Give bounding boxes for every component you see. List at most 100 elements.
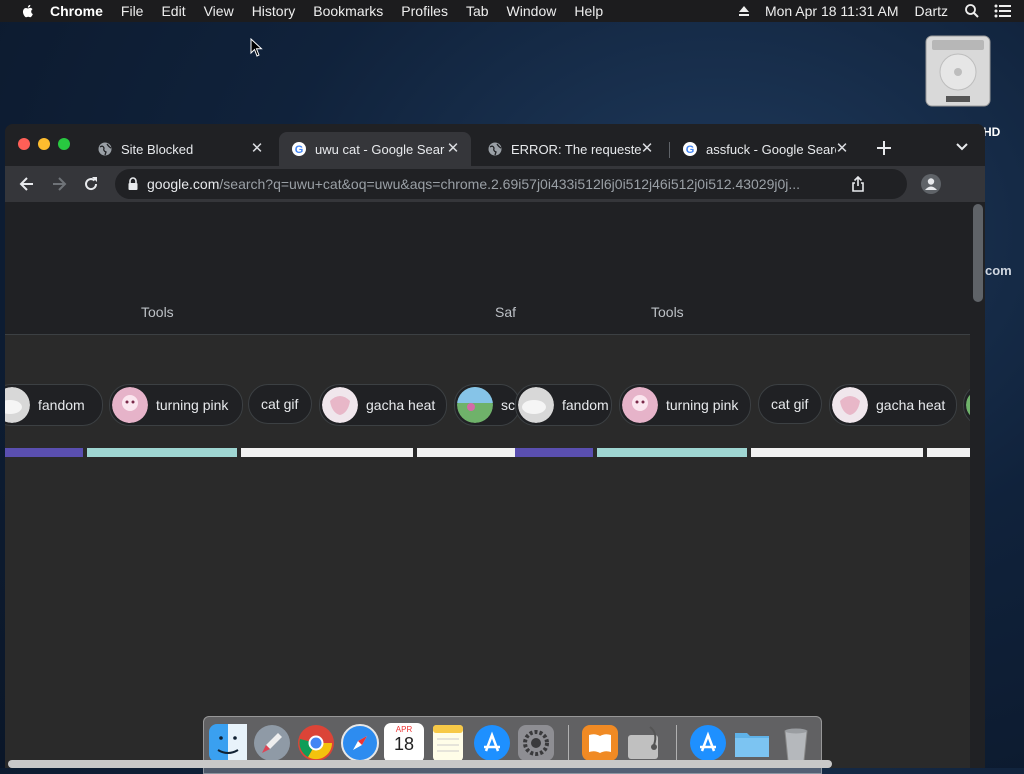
url-host: google.com bbox=[147, 176, 220, 192]
new-tab-icon[interactable] bbox=[876, 140, 892, 156]
close-tab-icon[interactable]: ✕ bbox=[445, 141, 461, 157]
image-result[interactable] bbox=[751, 448, 923, 457]
related-chip-partial[interactable] bbox=[963, 384, 970, 426]
tab-title: ERROR: The requested URL could not be re… bbox=[511, 141, 641, 157]
menu-history[interactable]: History bbox=[252, 3, 296, 19]
page-content: Tools Saf Tools fandom turning pink cat … bbox=[5, 202, 970, 768]
apple-icon[interactable] bbox=[20, 3, 36, 19]
hard-drive-icon[interactable] bbox=[922, 34, 994, 108]
tab-uwu-cat[interactable]: G uwu cat - Google Search ✕ bbox=[279, 132, 471, 166]
app-store-download-icon[interactable] bbox=[688, 723, 728, 763]
system-preferences-icon[interactable] bbox=[516, 723, 556, 763]
related-chip-cat-gif[interactable]: cat gif bbox=[758, 384, 822, 424]
vertical-scrollbar[interactable] bbox=[973, 204, 983, 302]
close-window-button[interactable] bbox=[18, 138, 30, 150]
anime-pink-thumb bbox=[112, 387, 148, 423]
horizontal-scrollbar[interactable] bbox=[8, 760, 832, 768]
url-text[interactable]: google.com/search?q=uwu+cat&oq=uwu&aqs=c… bbox=[147, 176, 847, 192]
chrome-window: Site Blocked ✕ G uwu cat - Google Search… bbox=[5, 124, 985, 768]
tools-link[interactable]: Tools bbox=[141, 304, 174, 320]
anime-pink-thumb bbox=[622, 387, 658, 423]
image-result[interactable] bbox=[87, 448, 237, 457]
share-icon[interactable] bbox=[851, 176, 865, 192]
related-chip-fandom[interactable]: fandom bbox=[5, 384, 103, 426]
chip-label: cat gif bbox=[261, 396, 299, 412]
anime-sketch-thumb bbox=[832, 387, 868, 423]
menu-profiles[interactable]: Profiles bbox=[401, 3, 448, 19]
forward-icon[interactable] bbox=[49, 174, 69, 194]
related-chip-turning-pink[interactable]: turning pink bbox=[619, 384, 751, 426]
menu-user[interactable]: Dartz bbox=[915, 3, 948, 19]
cat-thumb bbox=[5, 387, 30, 423]
notes-icon[interactable] bbox=[428, 723, 468, 763]
related-chip-gacha-heat[interactable]: gacha heat bbox=[319, 384, 447, 426]
cat-thumb bbox=[518, 387, 554, 423]
control-center-icon[interactable] bbox=[994, 4, 1012, 18]
close-tab-icon[interactable]: ✕ bbox=[834, 141, 850, 157]
profile-avatar-icon[interactable] bbox=[921, 174, 941, 194]
tab-error[interactable]: ERROR: The requested URL could not be re… bbox=[475, 132, 665, 166]
google-g-icon: G bbox=[292, 142, 306, 156]
image-result[interactable] bbox=[597, 448, 747, 457]
menu-help[interactable]: Help bbox=[574, 3, 603, 19]
menu-clock[interactable]: Mon Apr 18 11:31 AM bbox=[765, 3, 899, 19]
close-tab-icon[interactable]: ✕ bbox=[249, 141, 265, 157]
spotlight-search-icon[interactable] bbox=[964, 3, 980, 19]
chip-label: turning pink bbox=[156, 397, 229, 413]
reload-icon[interactable] bbox=[81, 174, 101, 194]
calendar-icon[interactable]: APR 18 bbox=[384, 723, 424, 763]
launchpad-icon[interactable] bbox=[252, 723, 292, 763]
menu-file[interactable]: File bbox=[121, 3, 144, 19]
menu-bookmarks[interactable]: Bookmarks bbox=[313, 3, 383, 19]
trash-icon[interactable] bbox=[776, 723, 816, 763]
menu-bar: Chrome File Edit View History Bookmarks … bbox=[0, 0, 1024, 22]
calendar-month: APR bbox=[395, 725, 413, 734]
menu-app-name[interactable]: Chrome bbox=[50, 3, 103, 19]
image-result[interactable] bbox=[417, 448, 515, 457]
close-tab-icon[interactable]: ✕ bbox=[639, 141, 655, 157]
background-text: com bbox=[985, 263, 1012, 278]
chip-label: turning pink bbox=[666, 397, 739, 413]
image-result[interactable] bbox=[927, 448, 970, 457]
menu-edit[interactable]: Edit bbox=[161, 3, 185, 19]
menu-view[interactable]: View bbox=[204, 3, 234, 19]
safari-icon[interactable] bbox=[340, 723, 380, 763]
chrome-icon[interactable] bbox=[296, 723, 336, 763]
chip-label: gacha heat bbox=[876, 397, 946, 413]
finder-icon[interactable] bbox=[208, 723, 248, 763]
chip-label: gacha heat bbox=[366, 397, 436, 413]
mouse-cursor-icon bbox=[250, 38, 263, 57]
svg-text:G: G bbox=[295, 144, 304, 156]
related-chip-fandom[interactable]: fandom bbox=[515, 384, 612, 426]
tab-google-search[interactable]: G assfuck - Google Search ✕ bbox=[670, 132, 860, 166]
image-result[interactable] bbox=[515, 448, 593, 457]
tools-link[interactable]: Tools bbox=[651, 304, 684, 320]
eject-icon[interactable] bbox=[737, 4, 751, 18]
menu-window[interactable]: Window bbox=[507, 3, 557, 19]
safesearch-link[interactable]: Saf bbox=[495, 304, 516, 320]
hard-drive-label: HD bbox=[983, 125, 1001, 139]
image-result[interactable] bbox=[241, 448, 413, 457]
back-icon[interactable] bbox=[17, 174, 37, 194]
minimize-window-button[interactable] bbox=[38, 138, 50, 150]
address-bar[interactable]: google.com/search?q=uwu+cat&oq=uwu&aqs=c… bbox=[115, 169, 907, 199]
google-g-icon: G bbox=[683, 142, 697, 156]
disk-utility-icon[interactable] bbox=[624, 723, 664, 763]
image-result[interactable] bbox=[5, 448, 83, 457]
dock-separator bbox=[676, 725, 677, 761]
browser-toolbar: google.com/search?q=uwu+cat&oq=uwu&aqs=c… bbox=[5, 166, 985, 202]
tab-search-chevron-icon[interactable] bbox=[956, 142, 968, 152]
tab-site-blocked[interactable]: Site Blocked ✕ bbox=[85, 132, 275, 166]
tab-title: assfuck - Google Search bbox=[706, 141, 836, 157]
related-chip-cat-gif[interactable]: cat gif bbox=[248, 384, 312, 424]
chip-label: cat gif bbox=[771, 396, 809, 412]
related-chip-turning-pink[interactable]: turning pink bbox=[109, 384, 243, 426]
folder-icon[interactable] bbox=[732, 723, 772, 763]
related-chip-sc[interactable]: sc bbox=[454, 384, 520, 426]
lock-icon[interactable] bbox=[127, 177, 139, 191]
books-icon[interactable] bbox=[580, 723, 620, 763]
app-store-icon[interactable] bbox=[472, 723, 512, 763]
related-chip-gacha-heat[interactable]: gacha heat bbox=[829, 384, 957, 426]
zoom-window-button[interactable] bbox=[58, 138, 70, 150]
menu-tab[interactable]: Tab bbox=[466, 3, 489, 19]
